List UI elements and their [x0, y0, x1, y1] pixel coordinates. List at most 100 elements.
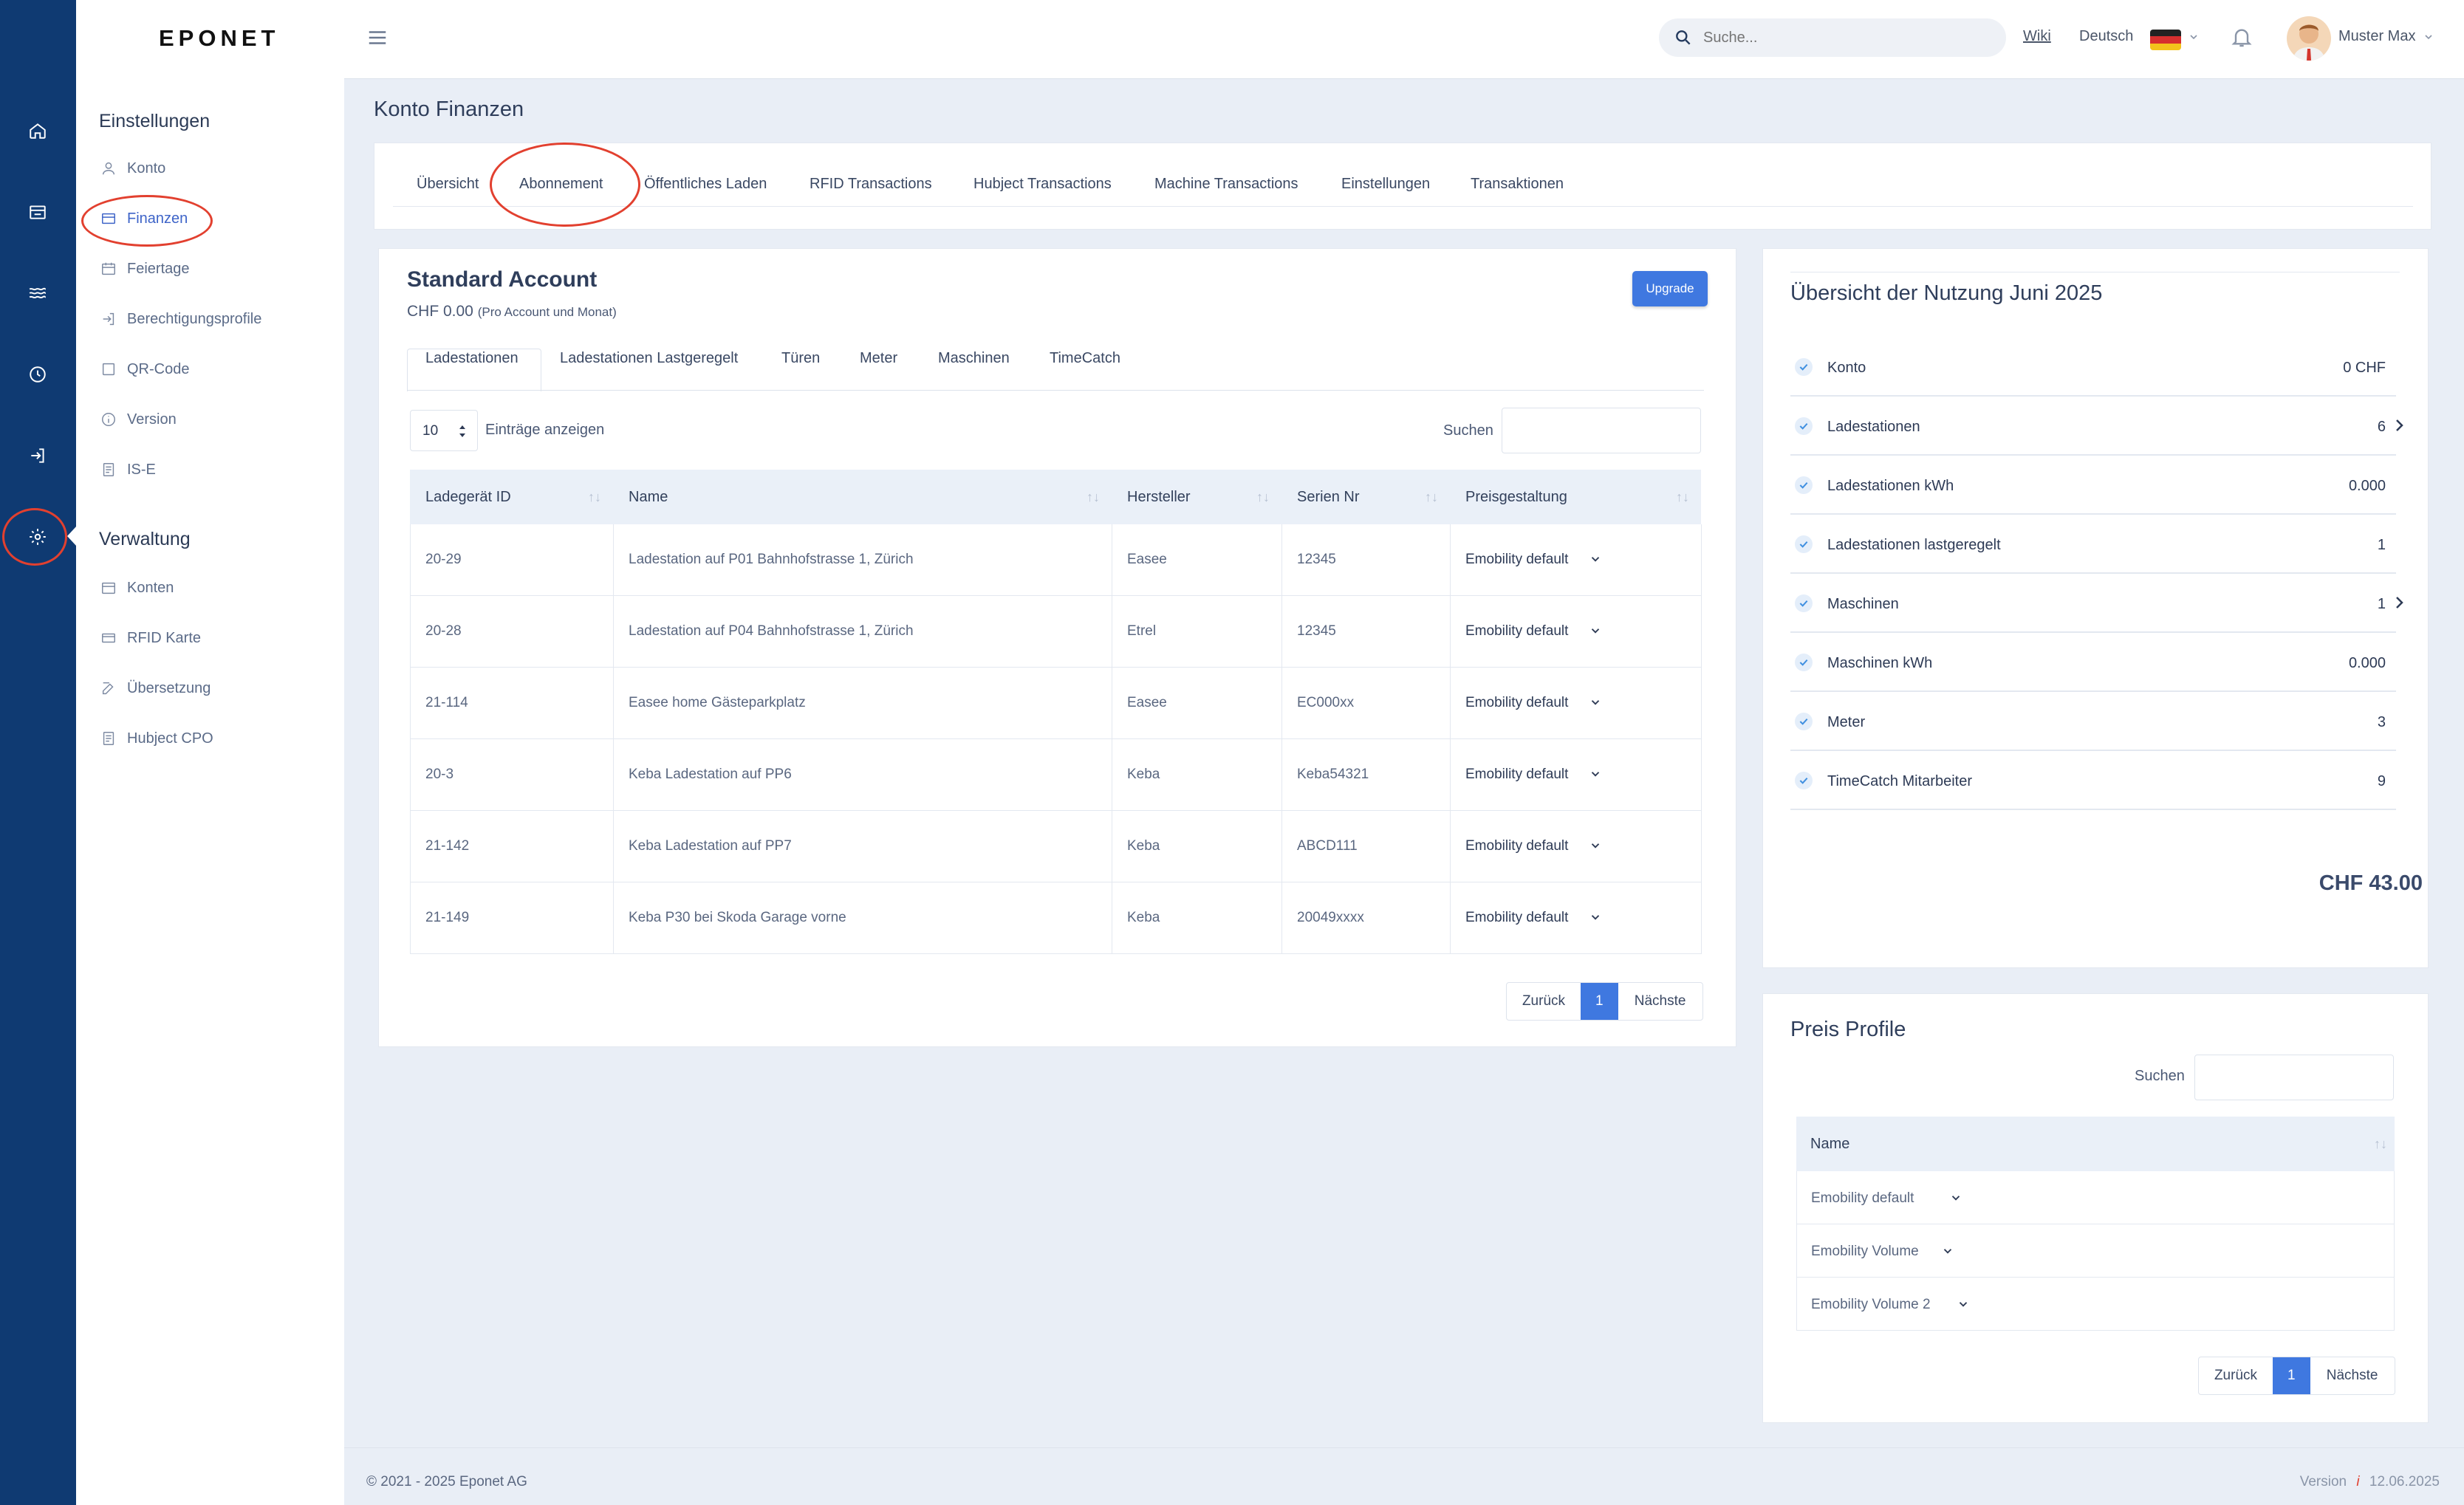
sidebar-item-konto[interactable]: Konto	[99, 154, 165, 183]
sort-icon[interactable]: ↑↓	[1425, 490, 1438, 505]
page-1-button[interactable]: 1	[1581, 983, 1618, 1020]
waves-icon[interactable]	[19, 275, 56, 312]
tab-hubject-transactions[interactable]: Hubject Transactions	[973, 176, 1112, 193]
tab-einstellungen[interactable]: Einstellungen	[1341, 176, 1430, 193]
sidebar-item-version[interactable]: Version	[99, 405, 177, 434]
table-cell: Keba P30 bei Skoda Garage vorne	[629, 910, 846, 925]
table-row[interactable]: Emobility Volume 2	[1796, 1278, 2395, 1331]
table-cell: Easee	[1127, 695, 1167, 710]
tab-meter[interactable]: Meter	[860, 350, 897, 367]
chevron-down-icon[interactable]	[1957, 1297, 1970, 1311]
chevron-down-icon[interactable]	[1589, 552, 1602, 566]
chevron-down-icon[interactable]	[1941, 1244, 1954, 1258]
chevron-down-icon[interactable]	[2423, 31, 2434, 43]
entries-select[interactable]: 10	[410, 410, 478, 451]
next-button[interactable]: Nächste	[2310, 1357, 2395, 1394]
upgrade-button[interactable]: Upgrade	[1632, 271, 1708, 306]
chevron-right-icon[interactable]	[2390, 416, 2408, 436]
sidebar-item-is-e[interactable]: IS-E	[99, 455, 156, 484]
sidebar-item-feiertage[interactable]: Feiertage	[99, 254, 190, 284]
square-icon	[99, 360, 118, 379]
tab-uebersicht[interactable]: Übersicht	[417, 176, 479, 193]
table-cell[interactable]: Emobility default	[1465, 838, 1568, 854]
sidebar-item-qr-code[interactable]: QR-Code	[99, 354, 189, 384]
page-title: Konto Finanzen	[374, 97, 524, 121]
table-row: 20-28 Ladestation auf P04 Bahnhofstrasse …	[410, 596, 1701, 668]
sidebar-item-uebersetzung[interactable]: Übersetzung	[99, 673, 211, 703]
column-header[interactable]: Ladegerät ID	[425, 489, 511, 506]
store-icon[interactable]	[19, 193, 56, 230]
bell-icon[interactable]	[2230, 25, 2253, 52]
table-cell[interactable]: Emobility default	[1465, 552, 1568, 568]
table-search-input[interactable]	[1502, 408, 1701, 453]
table-cell[interactable]: Emobility default	[1465, 623, 1568, 640]
table-cell: 20-28	[425, 623, 462, 639]
sort-icon[interactable]: ↑↓	[2374, 1137, 2387, 1152]
profile-name[interactable]: Emobility Volume 2	[1811, 1297, 1931, 1313]
table-cell[interactable]: Emobility default	[1465, 695, 1568, 711]
sidebar-item-konten[interactable]: Konten	[99, 573, 174, 603]
chevron-down-icon[interactable]	[1949, 1191, 1962, 1204]
section-title-verwaltung: Verwaltung	[99, 529, 191, 549]
chevron-down-icon[interactable]	[1589, 767, 1602, 781]
language-select[interactable]: Deutsch	[2079, 28, 2133, 45]
entries-value: 10	[422, 423, 439, 439]
tab-tueren[interactable]: Türen	[781, 350, 820, 367]
check-icon	[1795, 476, 1813, 494]
profiles-search-input[interactable]	[2194, 1055, 2394, 1100]
usage-value: 1	[2377, 596, 2386, 612]
sidebar-item-hubject-cpo[interactable]: Hubject CPO	[99, 724, 213, 753]
profile-name[interactable]: Emobility Volume	[1811, 1244, 1919, 1260]
chevron-down-icon[interactable]	[1589, 911, 1602, 924]
menu-icon[interactable]	[366, 27, 389, 49]
tab-timecatch[interactable]: TimeCatch	[1050, 350, 1120, 367]
page-1-button[interactable]: 1	[2273, 1357, 2310, 1394]
chevron-down-icon[interactable]	[2188, 31, 2200, 43]
check-icon	[1795, 535, 1813, 553]
profile-name[interactable]: Emobility default	[1811, 1190, 1914, 1207]
column-name[interactable]: Name	[1810, 1136, 1849, 1153]
chevron-right-icon[interactable]	[2390, 594, 2408, 613]
prev-button[interactable]: Zurück	[2199, 1357, 2273, 1394]
home-icon[interactable]	[19, 112, 56, 149]
usage-row: Maschinen kWh 0.000	[1790, 633, 2396, 692]
table-cell[interactable]: Emobility default	[1465, 910, 1568, 926]
chevron-down-icon[interactable]	[1589, 839, 1602, 852]
search-input[interactable]	[1703, 29, 1984, 47]
sidebar-item-rfid-karte[interactable]: RFID Karte	[99, 623, 201, 653]
tab-maschinen[interactable]: Maschinen	[938, 350, 1010, 367]
tab-ladestationen[interactable]: Ladestationen	[425, 350, 519, 367]
sort-icon[interactable]: ↑↓	[1256, 490, 1270, 505]
stations-table-header: Ladegerät ID ↑↓ Name ↑↓ Hersteller ↑↓ Serien N…	[410, 470, 1701, 524]
column-header[interactable]: Name	[629, 489, 668, 506]
column-header[interactable]: Hersteller	[1127, 489, 1191, 506]
clock-icon[interactable]	[19, 356, 56, 393]
table-row[interactable]: Emobility default	[1796, 1171, 2395, 1224]
info-icon	[99, 410, 118, 429]
chevron-down-icon[interactable]	[1589, 624, 1602, 637]
table-cell[interactable]: Emobility default	[1465, 767, 1568, 783]
login-icon[interactable]	[19, 437, 56, 474]
usage-label: Ladestationen lastgeregelt	[1827, 537, 2001, 553]
sort-icon[interactable]: ↑↓	[588, 490, 601, 505]
tab-ladestationen-lastgeregelt[interactable]: Ladestationen Lastgeregelt	[560, 350, 738, 367]
prev-button[interactable]: Zurück	[1507, 983, 1581, 1020]
column-header[interactable]: Preisgestaltung	[1465, 489, 1567, 506]
next-button[interactable]: Nächste	[1618, 983, 1702, 1020]
tab-machine-transactions[interactable]: Machine Transactions	[1154, 176, 1298, 193]
wiki-link[interactable]: Wiki	[2023, 28, 2051, 45]
chevron-down-icon[interactable]	[1589, 696, 1602, 709]
edit-icon	[99, 679, 118, 698]
sort-icon[interactable]: ↑↓	[1676, 490, 1689, 505]
column-header[interactable]: Serien Nr	[1297, 489, 1359, 506]
sidebar-item-berechtigungsprofile[interactable]: Berechtigungsprofile	[99, 304, 261, 334]
sort-icon[interactable]: ↑↓	[1086, 490, 1100, 505]
avatar[interactable]	[2287, 16, 2331, 61]
user-name[interactable]: Muster Max	[2338, 28, 2415, 45]
tab-rfid-transactions[interactable]: RFID Transactions	[810, 176, 932, 193]
german-flag-icon[interactable]	[2150, 30, 2181, 50]
check-icon	[1795, 772, 1813, 789]
tab-transaktionen[interactable]: Transaktionen	[1471, 176, 1564, 193]
table-row[interactable]: Emobility Volume	[1796, 1224, 2395, 1278]
tab-oeffentliches-laden[interactable]: Öffentliches Laden	[644, 176, 767, 193]
